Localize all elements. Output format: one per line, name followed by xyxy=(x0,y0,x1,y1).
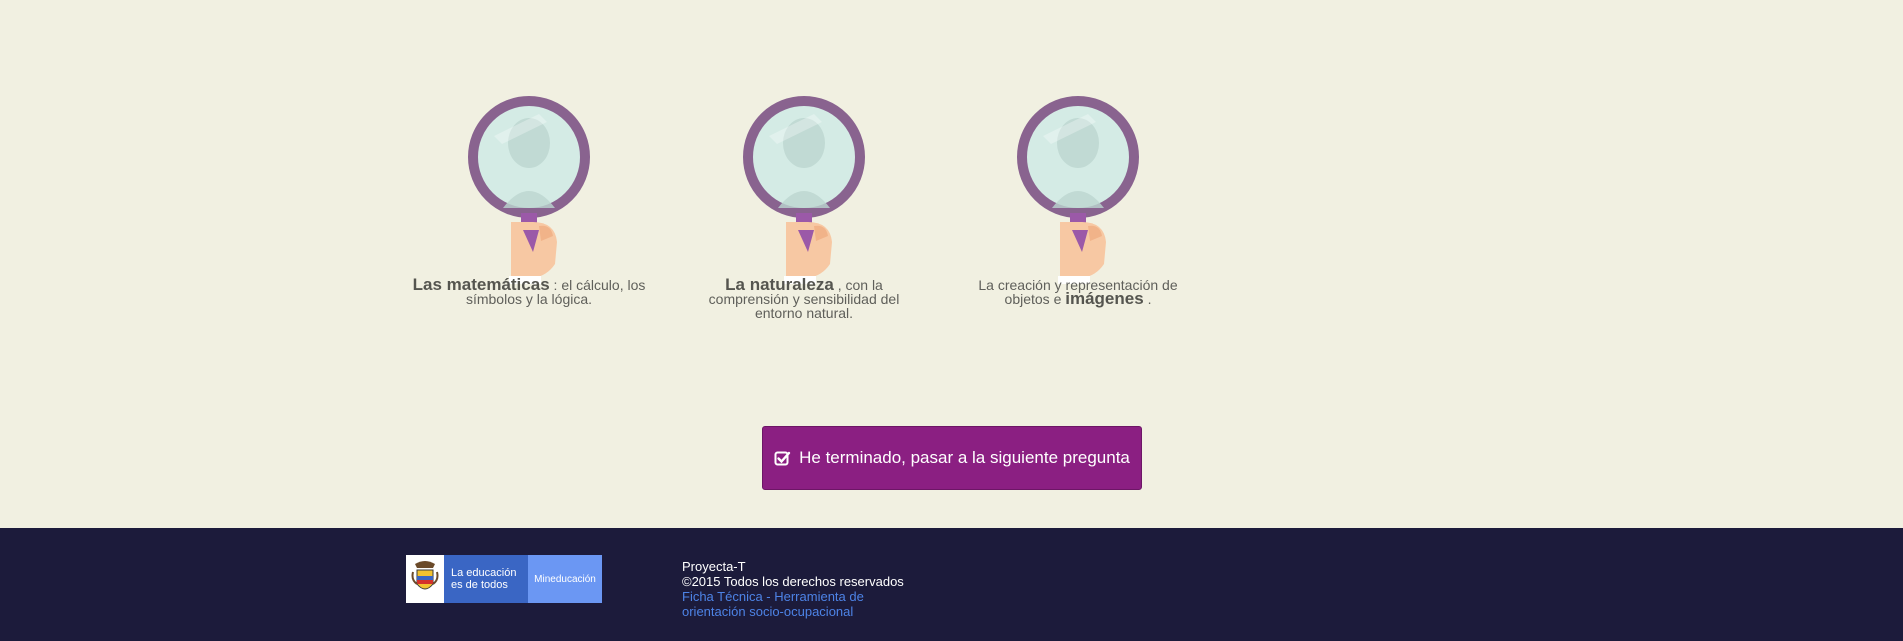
magnifier-icon xyxy=(468,96,590,284)
ficha-tecnica-link[interactable]: Ficha Técnica - Herramienta de orientaci… xyxy=(682,589,922,619)
option-images[interactable]: La creación y representación de objetos … xyxy=(958,96,1198,308)
logo-line-1: La educación xyxy=(451,567,517,579)
brand-name: Proyecta-T xyxy=(682,559,746,574)
magnifier-icon xyxy=(1017,96,1139,284)
option-caption: La creación y representación de objetos … xyxy=(958,278,1198,308)
mineducacion-logo[interactable]: La educación es de todos Mineducación xyxy=(406,555,602,603)
logo-line-2: es de todos xyxy=(451,579,508,591)
copyright: ©2015 Todos los derechos reservados xyxy=(682,574,904,589)
option-nature[interactable]: La naturaleza , con la comprensión y sen… xyxy=(684,96,924,320)
option-caption: La naturaleza , con la comprensión y sen… xyxy=(684,276,924,320)
option-title: imágenes xyxy=(1065,289,1144,308)
next-question-label: He terminado, pasar a la siguiente pregu… xyxy=(799,448,1130,467)
next-question-button[interactable]: He terminado, pasar a la siguiente pregu… xyxy=(762,426,1142,490)
option-mathematics[interactable]: Las matemáticas : el cálculo, los símbol… xyxy=(409,96,649,306)
main-content: Las matemáticas : el cálculo, los símbol… xyxy=(0,0,1903,528)
checkbox-checked-icon xyxy=(774,450,791,467)
option-description-end: . xyxy=(1143,291,1152,307)
footer: La educación es de todos Mineducación Pr… xyxy=(0,528,1903,641)
footer-info: Proyecta-T ©2015 Todos los derechos rese… xyxy=(682,559,922,619)
logo-education-text: La educación es de todos xyxy=(444,555,528,603)
logo-ministry-text: Mineducación xyxy=(528,555,602,603)
magnifier-icon xyxy=(743,96,865,284)
option-caption: Las matemáticas : el cálculo, los símbol… xyxy=(409,276,649,306)
coat-of-arms-icon xyxy=(406,555,444,603)
